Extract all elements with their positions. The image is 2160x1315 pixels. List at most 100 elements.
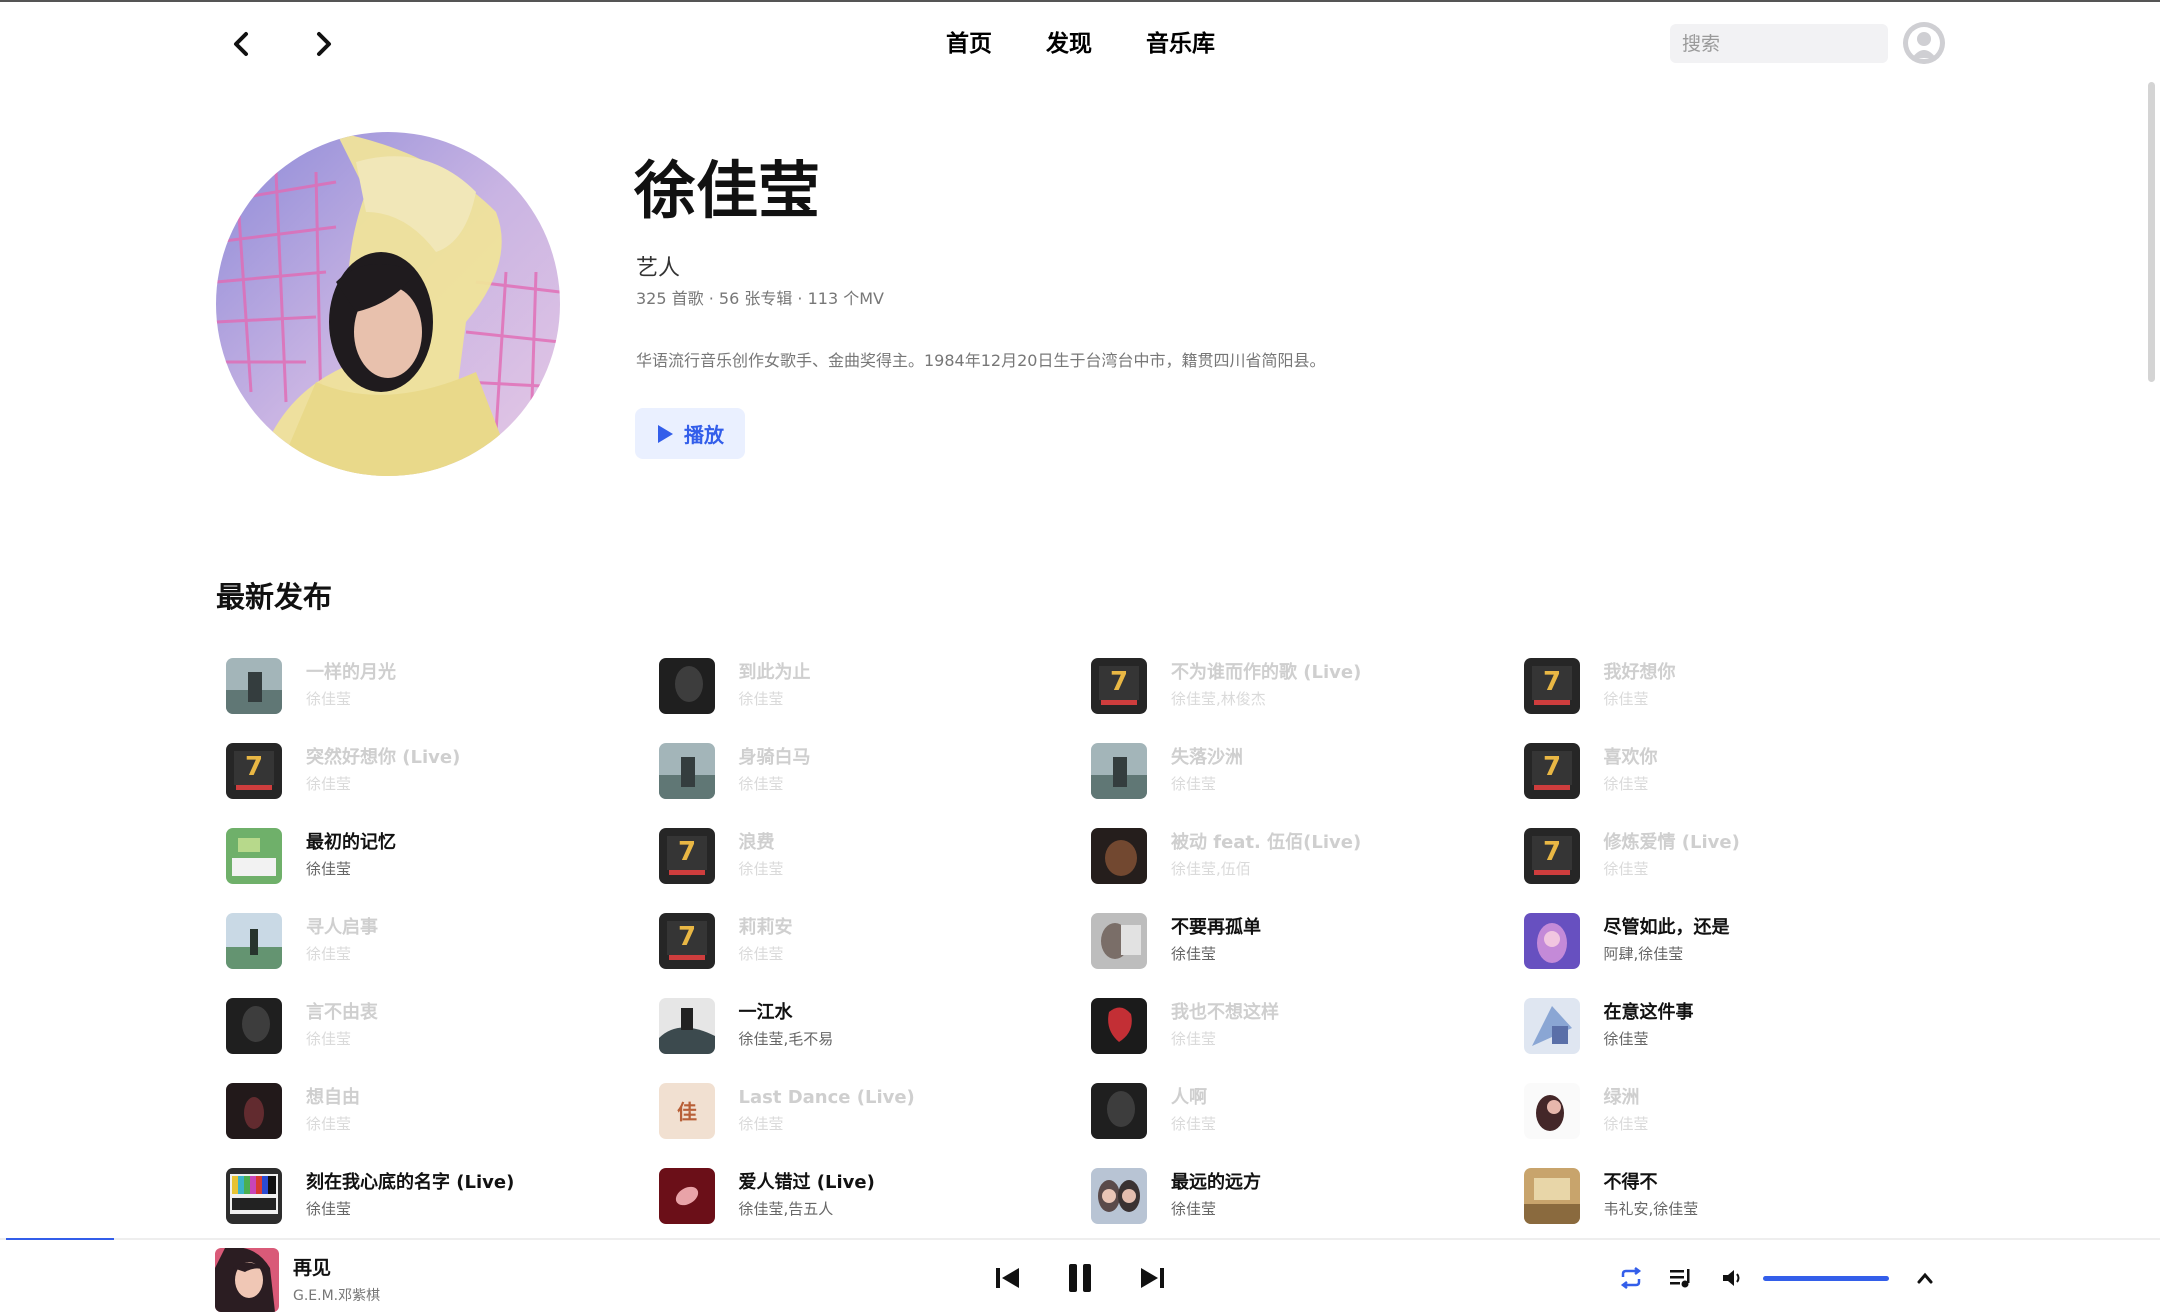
track-item[interactable]: 佳 Last Dance (Live) 徐佳莹 <box>649 1068 1082 1153</box>
now-playing-artist[interactable]: G.E.M.邓紫棋 <box>293 1285 380 1305</box>
track-title[interactable]: 不为谁而作的歌 (Live) <box>1171 661 1361 685</box>
track-artist[interactable]: 徐佳莹 <box>1604 1028 1694 1050</box>
search-input[interactable] <box>1670 24 1888 63</box>
track-title[interactable]: 不要再孤单 <box>1171 916 1261 940</box>
track-title[interactable]: 尽管如此，还是 <box>1604 916 1730 940</box>
track-artist[interactable]: 韦礼安,徐佳莹 <box>1604 1198 1699 1220</box>
track-artist[interactable]: 徐佳莹 <box>306 858 396 880</box>
track-title[interactable]: 身骑白马 <box>739 746 811 770</box>
track-item[interactable]: 7 修炼爱情 (Live) 徐佳莹 <box>1514 813 1947 898</box>
track-artist[interactable]: 徐佳莹 <box>1171 773 1243 795</box>
track-artist[interactable]: 徐佳莹 <box>1171 1113 1216 1135</box>
track-artist[interactable]: 徐佳莹 <box>1604 858 1740 880</box>
track-item[interactable]: 言不由衷 徐佳莹 <box>216 983 649 1068</box>
track-artist[interactable]: 徐佳莹 <box>739 1113 915 1135</box>
track-item[interactable]: 不要再孤单 徐佳莹 <box>1081 898 1514 983</box>
track-title[interactable]: 最远的远方 <box>1171 1171 1261 1195</box>
track-item[interactable]: 尽管如此，还是 阿肆,徐佳莹 <box>1514 898 1947 983</box>
track-title[interactable]: 人啊 <box>1171 1086 1216 1110</box>
track-title[interactable]: 想自由 <box>306 1086 360 1110</box>
track-title[interactable]: 喜欢你 <box>1604 746 1658 770</box>
track-item[interactable]: 不得不韦礼安,徐佳莹 <box>1514 1153 1947 1238</box>
track-item[interactable]: 最初的记忆 徐佳莹 <box>216 813 649 898</box>
track-item[interactable]: 在意这件事 徐佳莹 <box>1514 983 1947 1068</box>
track-artist[interactable]: 徐佳莹,林俊杰 <box>1171 688 1361 710</box>
track-title[interactable]: Last Dance (Live) <box>739 1086 915 1110</box>
track-artist[interactable]: 徐佳莹 <box>306 1028 378 1050</box>
track-title[interactable]: 到此为止 <box>739 661 811 685</box>
track-item[interactable]: 7 喜欢你 徐佳莹 <box>1514 728 1947 813</box>
track-title[interactable]: 一江水 <box>739 1001 834 1025</box>
track-item[interactable]: 爱人错过 (Live) 徐佳莹,告五人 <box>649 1153 1082 1238</box>
pause-button[interactable] <box>1060 1258 1100 1298</box>
track-artist[interactable]: 徐佳莹 <box>1171 1028 1279 1050</box>
track-item[interactable]: 7 浪费 徐佳莹 <box>649 813 1082 898</box>
track-artist[interactable]: 徐佳莹 <box>1604 773 1658 795</box>
track-title[interactable]: 在意这件事 <box>1604 1001 1694 1025</box>
track-title[interactable]: 爱人错过 (Live) <box>739 1171 875 1195</box>
repeat-button[interactable] <box>1616 1263 1646 1293</box>
track-item[interactable]: 被动 feat. 伍佰(Live) 徐佳莹,伍佰 <box>1081 813 1514 898</box>
track-artist[interactable]: 徐佳莹 <box>739 688 811 710</box>
menu-library[interactable]: 音乐库 <box>1146 26 1215 62</box>
track-artist[interactable]: 徐佳莹 <box>306 688 396 710</box>
track-title[interactable]: 一样的月光 <box>306 661 396 685</box>
track-artist[interactable]: 徐佳莹 <box>306 943 378 965</box>
track-artist[interactable]: 徐佳莹 <box>306 1198 514 1220</box>
track-item[interactable]: 7 突然好想你 (Live) 徐佳莹 <box>216 728 649 813</box>
expand-lyrics-button[interactable] <box>1910 1263 1940 1293</box>
track-title[interactable]: 言不由衷 <box>306 1001 378 1025</box>
track-title[interactable]: 我也不想这样 <box>1171 1001 1279 1025</box>
track-title[interactable]: 不得不 <box>1604 1171 1699 1195</box>
previous-button[interactable] <box>988 1258 1028 1298</box>
track-artist[interactable]: 徐佳莹,毛不易 <box>739 1028 834 1050</box>
track-title[interactable]: 刻在我心底的名字 (Live) <box>306 1171 514 1195</box>
track-item[interactable]: 绿洲 徐佳莹 <box>1514 1068 1947 1153</box>
track-item[interactable]: 寻人启事 徐佳莹 <box>216 898 649 983</box>
track-title[interactable]: 寻人启事 <box>306 916 378 940</box>
track-artist[interactable]: 徐佳莹 <box>1604 688 1676 710</box>
track-item[interactable]: 刻在我心底的名字 (Live) 徐佳莹 <box>216 1153 649 1238</box>
track-artist[interactable]: 徐佳莹 <box>1171 943 1261 965</box>
track-title[interactable]: 突然好想你 (Live) <box>306 746 460 770</box>
track-item[interactable]: 一江水徐佳莹,毛不易 <box>649 983 1082 1068</box>
track-artist[interactable]: 徐佳莹 <box>306 1113 360 1135</box>
track-artist[interactable]: 阿肆,徐佳莹 <box>1604 943 1730 965</box>
forward-button[interactable] <box>305 26 341 62</box>
track-title[interactable]: 失落沙洲 <box>1171 746 1243 770</box>
track-title[interactable]: 被动 feat. 伍佰(Live) <box>1171 831 1361 855</box>
track-item[interactable]: 7 莉莉安 徐佳莹 <box>649 898 1082 983</box>
volume-slider[interactable] <box>1763 1276 1889 1281</box>
now-playing-title[interactable]: 再见 <box>293 1253 331 1280</box>
track-title[interactable]: 最初的记忆 <box>306 831 396 855</box>
track-title[interactable]: 我好想你 <box>1604 661 1676 685</box>
track-item[interactable]: 失落沙洲 徐佳莹 <box>1081 728 1514 813</box>
track-item[interactable]: 到此为止 徐佳莹 <box>649 643 1082 728</box>
track-title[interactable]: 莉莉安 <box>739 916 793 940</box>
track-artist[interactable]: 徐佳莹 <box>306 773 460 795</box>
track-item[interactable]: 人啊 徐佳莹 <box>1081 1068 1514 1153</box>
next-button[interactable] <box>1132 1258 1172 1298</box>
menu-home[interactable]: 首页 <box>946 26 992 62</box>
play-button[interactable]: 播放 <box>635 408 745 459</box>
back-button[interactable] <box>224 26 260 62</box>
track-title[interactable]: 绿洲 <box>1604 1086 1649 1110</box>
track-artist[interactable]: 徐佳莹 <box>739 943 793 965</box>
page-scrollbar[interactable] <box>2148 82 2155 382</box>
track-title[interactable]: 修炼爱情 (Live) <box>1604 831 1740 855</box>
track-item[interactable]: 最远的远方 徐佳莹 <box>1081 1153 1514 1238</box>
track-item[interactable]: 身骑白马 徐佳莹 <box>649 728 1082 813</box>
track-item[interactable]: 我也不想这样 徐佳莹 <box>1081 983 1514 1068</box>
track-item[interactable]: 一样的月光 徐佳莹 <box>216 643 649 728</box>
track-artist[interactable]: 徐佳莹 <box>739 858 784 880</box>
track-artist[interactable]: 徐佳莹,告五人 <box>739 1198 875 1220</box>
track-artist[interactable]: 徐佳莹 <box>1171 1198 1261 1220</box>
queue-button[interactable] <box>1666 1263 1696 1293</box>
menu-discover[interactable]: 发现 <box>1046 26 1092 62</box>
volume-button[interactable] <box>1718 1263 1748 1293</box>
track-artist[interactable]: 徐佳莹 <box>739 773 811 795</box>
artist-bio[interactable]: 华语流行音乐创作女歌手、金曲奖得主。1984年12月20日生于台湾台中市，籍贯四… <box>636 347 1325 371</box>
now-playing-cover[interactable] <box>215 1248 279 1312</box>
user-avatar[interactable] <box>1903 22 1945 64</box>
track-item[interactable]: 想自由 徐佳莹 <box>216 1068 649 1153</box>
